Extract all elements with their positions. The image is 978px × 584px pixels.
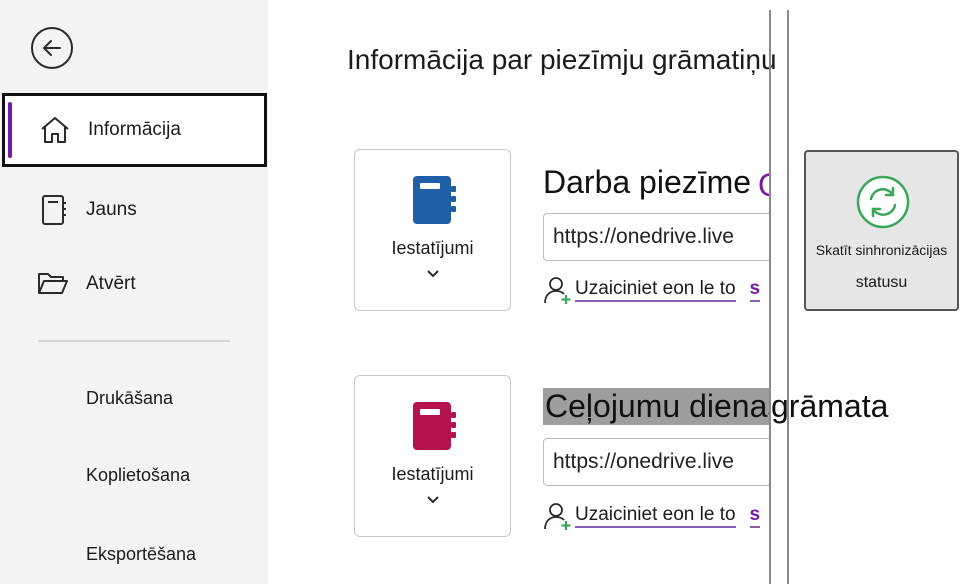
- notebook-url-field[interactable]: https://onedrive.live: [543, 213, 770, 261]
- nav-item-share[interactable]: Koplietošana: [86, 465, 190, 486]
- invite-label: Uzaiciniet eon le to: [575, 504, 736, 528]
- invite-link-fragment: s: [749, 278, 761, 302]
- chevron-down-icon: [427, 270, 439, 278]
- notebook-settings-card[interactable]: Iestatījumi: [354, 375, 511, 537]
- invite-people-link[interactable]: Uzaiciniet eon le to s: [543, 501, 761, 531]
- invite-people-link[interactable]: Uzaiciniet eon le to s: [543, 275, 761, 305]
- selection-accent: [8, 102, 12, 158]
- new-notebook-icon: [36, 193, 70, 227]
- settings-label: Iestatījumi: [391, 238, 474, 258]
- home-icon: [38, 113, 72, 147]
- notebook-settings-card[interactable]: Iestatījumi: [354, 149, 511, 311]
- notebook-list: Iestatījumi Darba piezīme O https://oned…: [340, 0, 770, 584]
- add-person-icon: [544, 277, 571, 304]
- guide-line: [787, 10, 789, 584]
- guide-line: [769, 10, 771, 584]
- notebook-icon: [413, 176, 456, 224]
- notebook-url-field[interactable]: https://onedrive.live: [543, 438, 770, 486]
- notebook-name: Ceļojumu dienas: [543, 388, 770, 425]
- nav-item-info[interactable]: Informācija: [2, 93, 267, 167]
- nav-item-open[interactable]: Atvērt: [0, 247, 268, 321]
- sync-status-label-line1: Skatīt sinhronizācijas: [815, 242, 948, 258]
- sync-icon: [856, 175, 910, 229]
- nav-item-info-label: Informācija: [88, 119, 181, 140]
- folder-open-icon: [36, 267, 70, 301]
- chevron-down-icon: [427, 496, 439, 504]
- nav-item-new-label: Jauns: [86, 199, 137, 220]
- notebook-name: Darba piezīme: [543, 164, 752, 200]
- back-button[interactable]: [31, 27, 73, 69]
- invite-label: Uzaiciniet eon le to: [575, 278, 736, 302]
- nav-item-new[interactable]: Jauns: [0, 173, 268, 247]
- sidebar-divider: [38, 340, 230, 342]
- notebook-icon: [413, 402, 456, 450]
- settings-label: Iestatījumi: [391, 464, 474, 484]
- back-arrow-icon: [43, 40, 61, 56]
- view-sync-status-button[interactable]: Skatīt sinhronizācijas statusu: [804, 150, 959, 311]
- backstage-sidebar: Informācija Jauns Atvērt Drukāšana Kopli…: [0, 0, 268, 584]
- add-person-icon: [544, 503, 571, 530]
- nav-item-export[interactable]: Eksportēšana: [86, 544, 196, 565]
- nav-item-open-label: Atvērt: [86, 273, 136, 294]
- sync-status-label-line2: statusu: [855, 274, 908, 291]
- invite-link-fragment: s: [749, 504, 761, 528]
- nav-item-print[interactable]: Drukāšana: [86, 388, 173, 409]
